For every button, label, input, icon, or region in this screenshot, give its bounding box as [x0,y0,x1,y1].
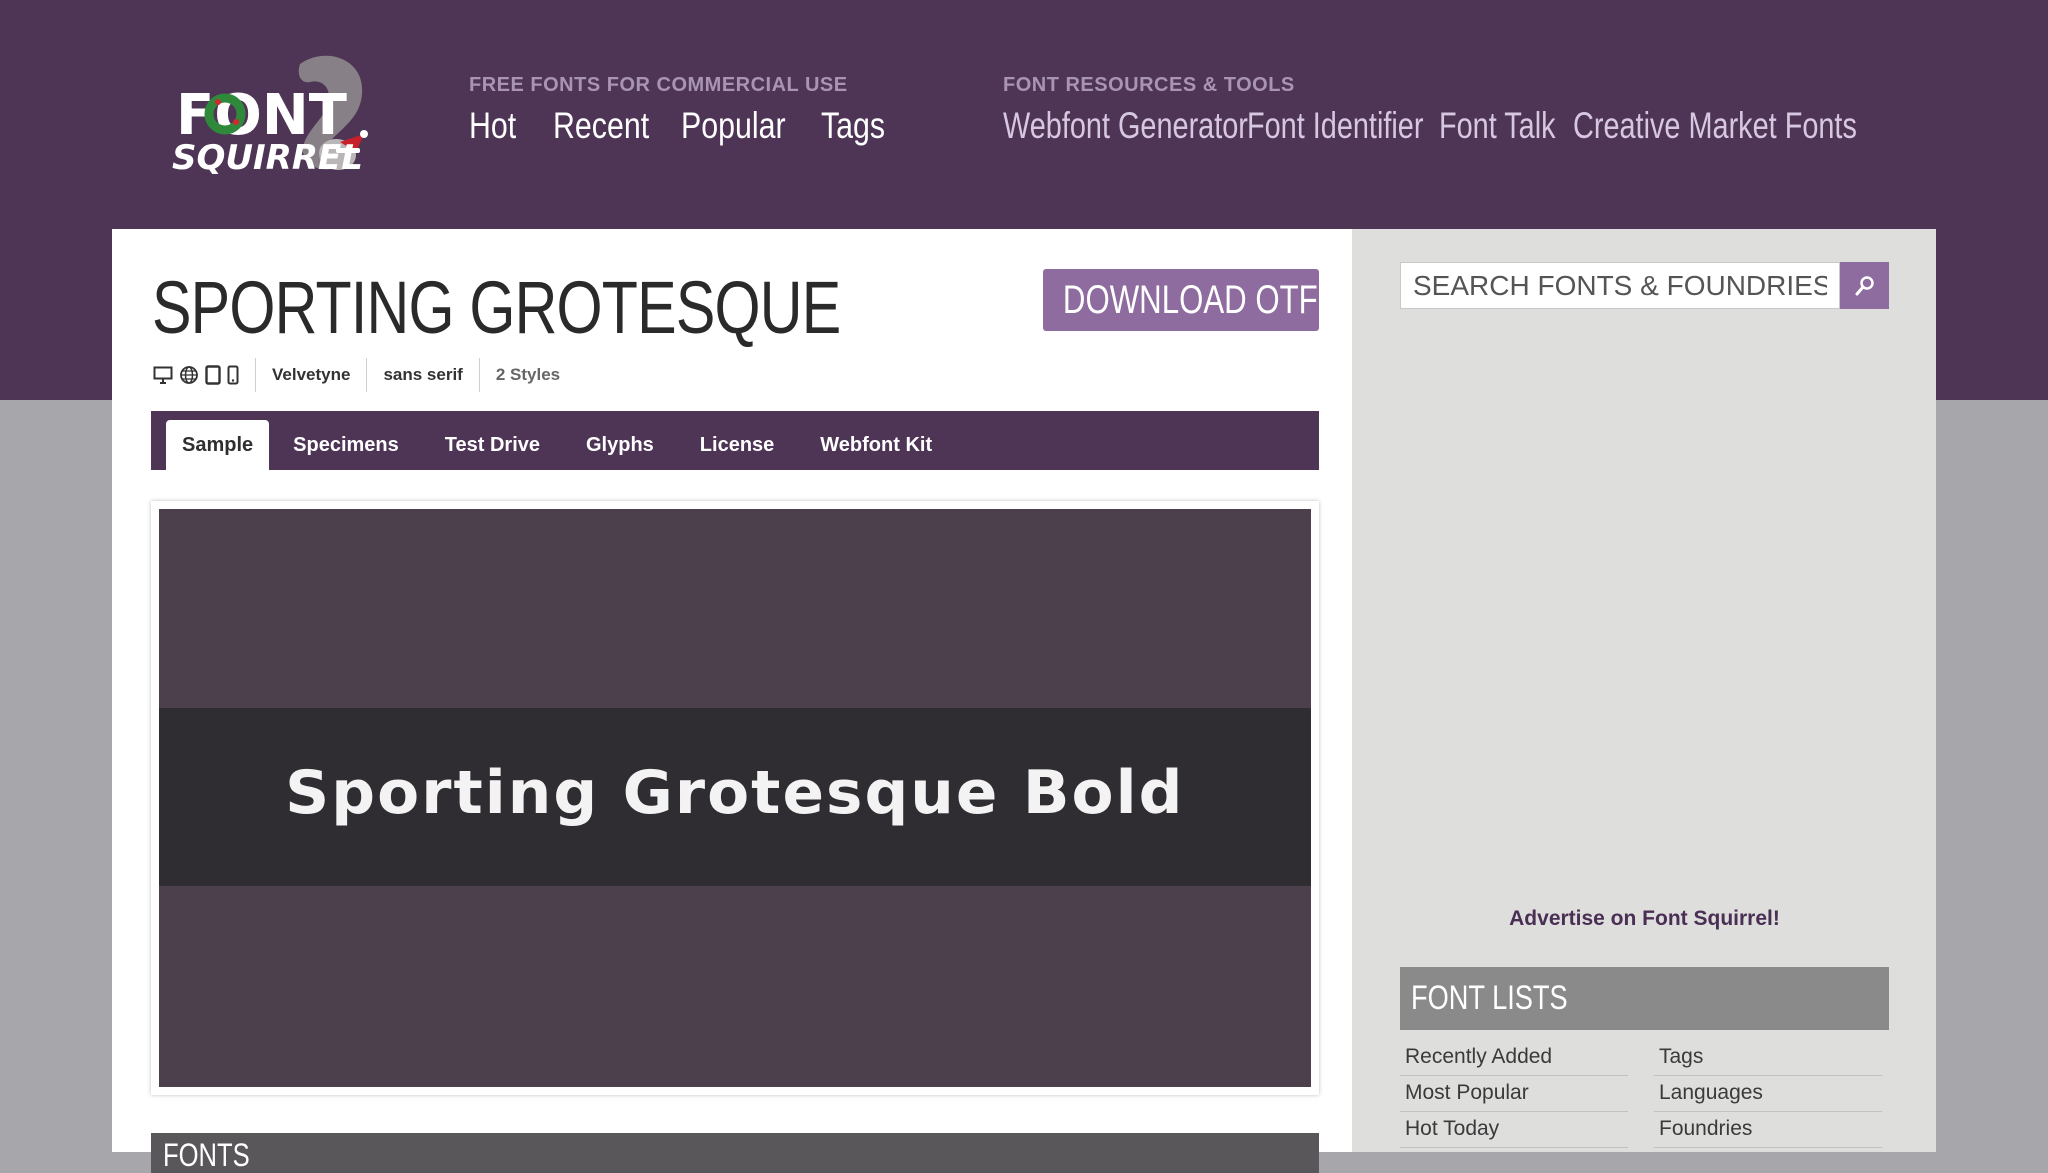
tab-webfont-kit[interactable]: Webfont Kit [798,420,954,470]
styles-count: 2 Styles [495,365,561,384]
nav-free-heading: FREE FONTS FOR COMMERCIAL USE [469,74,848,96]
font-squirrel-logo[interactable]: FONT SQUIRREL [150,52,380,178]
tab-glyphs[interactable]: Glyphs [564,420,676,470]
sample-text: Sporting Grotesque Bold [285,758,1185,828]
nav-tools-heading: FONT RESOURCES & TOOLS [1003,74,1295,96]
search-button[interactable] [1840,262,1889,309]
tab-license[interactable]: License [678,420,796,470]
font-meta-row: Velvetyne sans serif 2 Styles [153,357,576,393]
list-item-hot-today[interactable]: Hot Today [1400,1112,1628,1148]
download-label: DOWNLOAD OTF [1062,277,1318,322]
sample-image: Sporting Grotesque Bold [159,509,1311,1087]
list-item-tags[interactable]: Tags [1654,1040,1882,1076]
tab-test-drive[interactable]: Test Drive [423,420,562,470]
list-item-most-popular[interactable]: Most Popular [1400,1076,1628,1112]
search-icon [1855,275,1874,295]
search-box [1400,262,1889,309]
main-content: SPORTING GROTESQUE DOWNLOAD OTF Velvetyn… [112,229,1352,1173]
list-item-languages[interactable]: Languages [1654,1076,1882,1112]
font-lists-left: Recently Added Most Popular Hot Today [1400,1040,1628,1148]
logo-wordmark-bottom: SQUIRREL [172,138,363,178]
nav-link-popular[interactable]: Popular [681,105,794,147]
sample-frame: Sporting Grotesque Bold [151,501,1319,1095]
nav-resources-tools: FONT RESOURCES & TOOLS Webfont Generator… [1003,74,1937,147]
sidebar: Advertise on Font Squirrel! FONT LISTS R… [1352,229,1936,1152]
nav-link-creative-market-fonts[interactable]: Creative Market Fonts [1573,105,1857,147]
font-lists-title: FONT LISTS [1411,979,1568,1017]
font-tabs: Sample Specimens Test Drive Glyphs Licen… [151,411,1319,470]
sample-strip: Sporting Grotesque Bold [159,708,1311,886]
platform-icons [153,365,255,385]
nav-link-webfont-generator[interactable]: Webfont Generator [1003,105,1248,147]
advertise-link[interactable]: Advertise on Font Squirrel! [1400,907,1889,931]
font-title: SPORTING GROTESQUE [152,266,841,349]
desktop-icon [153,366,173,384]
phone-icon [227,365,239,385]
nav-link-tags[interactable]: Tags [821,105,885,147]
fonts-section-title: FONTS [163,1137,250,1173]
list-item-foundries[interactable]: Foundries [1654,1112,1882,1148]
nav-link-hot[interactable]: Hot [469,105,536,147]
foundry-link[interactable]: Velvetyne [256,365,366,385]
nav-link-font-identifier[interactable]: Font Identifier [1247,105,1423,147]
tab-specimens[interactable]: Specimens [271,420,421,470]
tablet-icon [205,365,221,385]
web-icon [180,366,198,384]
font-lists-right: Tags Languages Foundries [1654,1040,1882,1148]
search-input[interactable] [1400,262,1840,309]
list-item-recently-added[interactable]: Recently Added [1400,1040,1628,1076]
nav-link-font-talk[interactable]: Font Talk [1439,105,1556,147]
classification-link[interactable]: sans serif [367,365,478,385]
font-lists-header: FONT LISTS [1400,967,1889,1030]
fonts-section-header: FONTS [151,1133,1319,1173]
nav-free-fonts: FREE FONTS FOR COMMERCIAL USE Hot Recent… [469,74,901,147]
download-otf-button[interactable]: DOWNLOAD OTF [1043,269,1319,331]
nav-link-recent[interactable]: Recent [553,105,656,147]
tab-sample[interactable]: Sample [166,420,270,470]
